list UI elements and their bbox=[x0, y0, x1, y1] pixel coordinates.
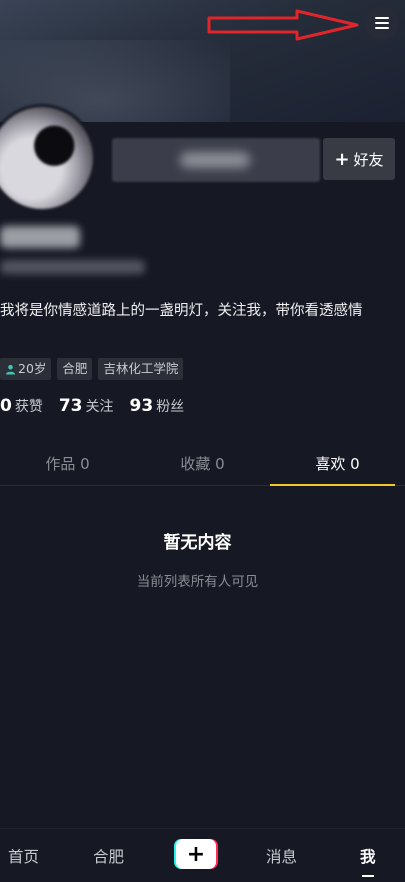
profile-bio: 我将是你情感道路上的一盏明灯，关注我，带你看透感情 bbox=[0, 303, 363, 319]
tab-likes[interactable]: 喜欢 0 bbox=[270, 444, 405, 486]
empty-state-title: 暂无内容 bbox=[163, 533, 232, 553]
hamburger-menu-icon bbox=[375, 17, 389, 29]
bottom-nav: 首页 合肥 + 消息 我 bbox=[0, 828, 405, 882]
tag-school: 吉林化工学院 bbox=[98, 358, 184, 380]
nav-messages[interactable]: 消息 bbox=[266, 845, 297, 867]
stat-number: 0 bbox=[0, 396, 12, 416]
tag-label: 合肥 bbox=[62, 361, 88, 376]
profile-stats: 0 获赞 73 关注 93 粉丝 bbox=[0, 396, 184, 416]
stat-number: 73 bbox=[58, 396, 83, 416]
tag-label: 20岁 bbox=[18, 361, 47, 376]
blurred-username-box bbox=[112, 138, 320, 182]
nav-city[interactable]: 合肥 bbox=[93, 845, 124, 867]
add-friend-label: 好友 bbox=[353, 150, 384, 169]
stat-likes[interactable]: 0 获赞 bbox=[0, 396, 43, 416]
stat-label: 获赞 bbox=[14, 399, 43, 415]
stat-number: 93 bbox=[129, 396, 154, 416]
nav-me[interactable]: 我 bbox=[360, 845, 376, 877]
stat-label: 粉丝 bbox=[156, 399, 185, 415]
empty-state-subtitle: 当前列表所有人可见 bbox=[136, 574, 259, 590]
blurred-nickname bbox=[0, 226, 80, 248]
blurred-user-id bbox=[0, 260, 145, 274]
red-arrow-annotation-icon bbox=[207, 9, 359, 41]
tab-favorites[interactable]: 收藏 0 bbox=[135, 444, 270, 485]
menu-button[interactable] bbox=[365, 6, 399, 40]
profile-tabs: 作品 0 收藏 0 喜欢 0 bbox=[0, 444, 405, 486]
stat-label: 关注 bbox=[85, 399, 114, 415]
tag-city: 合肥 bbox=[57, 358, 93, 380]
stat-following[interactable]: 73 关注 bbox=[59, 396, 114, 416]
plus-icon: + bbox=[334, 148, 350, 170]
profile-tags: 20岁 合肥 吉林化工学院 bbox=[0, 358, 184, 380]
tag-age: 20岁 bbox=[0, 358, 52, 380]
nav-home[interactable]: 首页 bbox=[8, 845, 39, 867]
plus-icon: + bbox=[176, 839, 216, 869]
add-friend-button[interactable]: + 好友 bbox=[323, 138, 395, 180]
tab-works[interactable]: 作品 0 bbox=[0, 444, 135, 485]
person-icon bbox=[5, 364, 16, 375]
create-button[interactable]: + bbox=[174, 839, 218, 869]
stat-followers[interactable]: 93 粉丝 bbox=[130, 396, 185, 416]
tag-label: 吉林化工学院 bbox=[103, 361, 179, 376]
